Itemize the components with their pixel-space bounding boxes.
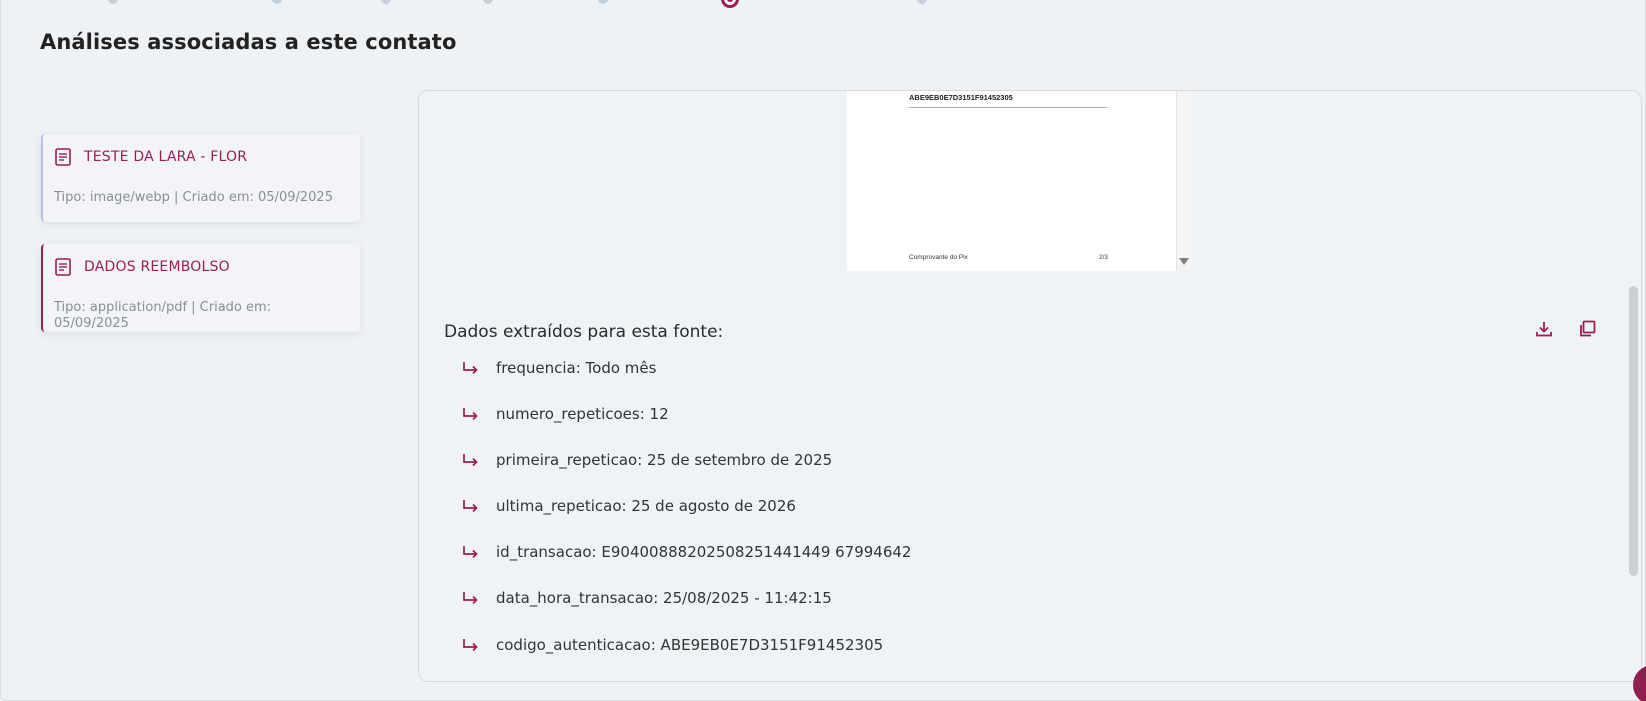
extracted-data-title: Dados extraídos para esta fonte: (444, 322, 724, 342)
step-dot[interactable] (598, 0, 608, 4)
card-header: DADOS REEMBOLSO (55, 258, 230, 276)
step-dot[interactable] (483, 0, 493, 4)
card-meta: Tipo: application/pdf | Criado em: 05/09… (54, 300, 271, 332)
pdf-divider (909, 107, 1107, 108)
subdirectory-arrow-icon (461, 452, 481, 468)
list-item: primeira_repeticao: 25 de setembro de 20… (461, 451, 832, 469)
download-button[interactable] (1531, 318, 1557, 344)
subdirectory-arrow-icon (461, 498, 481, 514)
subdirectory-arrow-icon (461, 360, 481, 376)
list-item: codigo_autenticacao: ABE9EB0E7D3151F9145… (461, 636, 883, 654)
subdirectory-arrow-icon (461, 637, 481, 653)
progress-stepper (0, 0, 1646, 8)
pdf-footer-title: Comprovante do Pix (909, 254, 968, 261)
pdf-scrollbar[interactable] (1176, 91, 1192, 271)
list-item: numero_repeticoes: 12 (461, 405, 669, 423)
document-icon (55, 258, 71, 276)
analysis-detail-panel[interactable]: ▔▔▔▔▔▔▔▔▔▔▔▔▔▔▔ ABE9EB0E7D3151F91452305 … (418, 90, 1642, 682)
step-dot[interactable] (381, 0, 391, 4)
subdirectory-arrow-icon (461, 544, 481, 560)
subdirectory-arrow-icon (461, 406, 481, 422)
list-item-text: numero_repeticoes: 12 (496, 405, 669, 423)
pdf-page-number: 2/3 (1099, 254, 1109, 261)
step-dot-active[interactable] (721, 0, 739, 8)
list-item-text: id_transacao: E90400888202508251441449 6… (496, 543, 912, 561)
list-item-text: primeira_repeticao: 25 de setembro de 20… (496, 451, 833, 469)
list-item: data_hora_transacao: 25/08/2025 - 11:42:… (461, 589, 832, 607)
analysis-card-dados-reembolso[interactable]: DADOS REEMBOLSO Tipo: application/pdf | … (41, 244, 360, 332)
step-dot[interactable] (917, 0, 927, 4)
card-title: DADOS REEMBOLSO (84, 259, 230, 275)
subdirectory-arrow-icon (461, 590, 481, 606)
document-icon (55, 148, 71, 166)
card-title: TESTE DA LARA - FLOR (84, 149, 248, 165)
list-item: ultima_repeticao: 25 de agosto de 2026 (461, 497, 796, 515)
card-meta-line: 05/09/2025 (54, 316, 129, 331)
copy-icon (1578, 320, 1596, 342)
panel-scrollbar[interactable] (1629, 286, 1638, 576)
card-header: TESTE DA LARA - FLOR (55, 148, 247, 166)
analysis-card-teste-da-lara[interactable]: TESTE DA LARA - FLOR Tipo: image/webp | … (41, 134, 360, 222)
step-dot[interactable] (272, 0, 282, 4)
pdf-preview[interactable]: ▔▔▔▔▔▔▔▔▔▔▔▔▔▔▔ ABE9EB0E7D3151F91452305 … (847, 91, 1192, 271)
list-item-text: frequencia: Todo mês (496, 359, 657, 377)
list-item-text: data_hora_transacao: 25/08/2025 - 11:42:… (496, 589, 832, 607)
list-item: id_transacao: E90400888202508251441449 6… (461, 543, 911, 561)
pdf-auth-code: ABE9EB0E7D3151F91452305 (909, 93, 1013, 102)
list-item-text: codigo_autenticacao: ABE9EB0E7D3151F9145… (496, 636, 884, 654)
scrollbar-thumb[interactable] (1629, 286, 1638, 576)
download-icon (1535, 320, 1553, 342)
card-meta: Tipo: image/webp | Criado em: 05/09/2025 (54, 190, 333, 205)
copy-button[interactable] (1574, 318, 1600, 344)
scroll-down-arrow-icon[interactable] (1179, 258, 1189, 265)
section-title: Análises associadas a este contato (40, 30, 457, 54)
step-dot[interactable] (108, 0, 118, 4)
card-meta-line: Tipo: application/pdf | Criado em: (54, 300, 272, 315)
list-item-text: ultima_repeticao: 25 de agosto de 2026 (496, 497, 796, 515)
list-item: frequencia: Todo mês (461, 359, 656, 377)
